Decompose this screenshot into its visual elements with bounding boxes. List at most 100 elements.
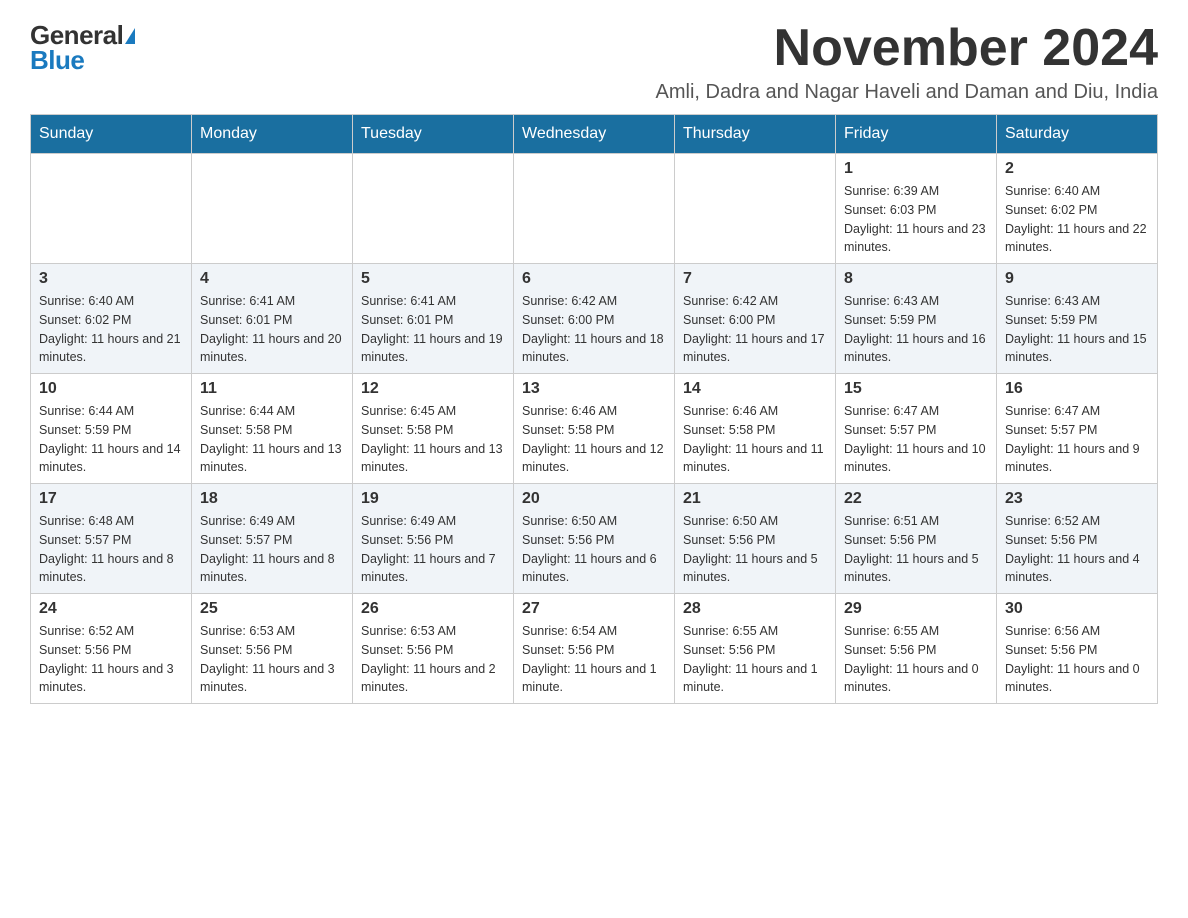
calendar-cell: 23 Sunrise: 6:52 AMSunset: 5:56 PMDayligh… (997, 484, 1158, 594)
day-number: 19 (361, 490, 505, 508)
day-number: 29 (844, 600, 988, 618)
day-number: 23 (1005, 490, 1149, 508)
week-row-3: 10 Sunrise: 6:44 AMSunset: 5:59 PMDayligh… (31, 374, 1158, 484)
day-number: 9 (1005, 270, 1149, 288)
day-info: Sunrise: 6:42 AMSunset: 6:00 PMDaylight:… (522, 292, 666, 367)
day-number: 3 (39, 270, 183, 288)
logo: General Blue (30, 20, 135, 76)
calendar-cell: 5 Sunrise: 6:41 AMSunset: 6:01 PMDaylight… (353, 264, 514, 374)
day-number: 27 (522, 600, 666, 618)
week-row-2: 3 Sunrise: 6:40 AMSunset: 6:02 PMDaylight… (31, 264, 1158, 374)
day-info: Sunrise: 6:50 AMSunset: 5:56 PMDaylight:… (683, 512, 827, 587)
week-row-5: 24 Sunrise: 6:52 AMSunset: 5:56 PMDayligh… (31, 594, 1158, 704)
day-number: 18 (200, 490, 344, 508)
day-number: 22 (844, 490, 988, 508)
calendar-cell: 22Sunrise: 6:51 AMSunset: 5:56 PMDayligh… (836, 484, 997, 594)
calendar-cell: 12 Sunrise: 6:45 AMSunset: 5:58 PMDayligh… (353, 374, 514, 484)
calendar-cell: 24 Sunrise: 6:52 AMSunset: 5:56 PMDayligh… (31, 594, 192, 704)
day-number: 21 (683, 490, 827, 508)
calendar-cell: 4 Sunrise: 6:41 AMSunset: 6:01 PMDaylight… (192, 264, 353, 374)
day-number: 7 (683, 270, 827, 288)
calendar-cell: 10 Sunrise: 6:44 AMSunset: 5:59 PMDayligh… (31, 374, 192, 484)
day-number: 13 (522, 380, 666, 398)
day-number: 10 (39, 380, 183, 398)
calendar-cell: 21 Sunrise: 6:50 AMSunset: 5:56 PMDayligh… (675, 484, 836, 594)
weekday-header-thursday: Thursday (675, 115, 836, 154)
weekday-header-row: SundayMondayTuesdayWednesdayThursdayFrid… (31, 115, 1158, 154)
month-title: November 2024 (656, 20, 1159, 77)
weekday-header-saturday: Saturday (997, 115, 1158, 154)
day-info: Sunrise: 6:44 AMSunset: 5:59 PMDaylight:… (39, 402, 183, 477)
day-number: 6 (522, 270, 666, 288)
day-info: Sunrise: 6:42 AMSunset: 6:00 PMDaylight:… (683, 292, 827, 367)
logo-blue-text: Blue (30, 45, 84, 76)
day-number: 5 (361, 270, 505, 288)
day-number: 25 (200, 600, 344, 618)
day-info: Sunrise: 6:44 AMSunset: 5:58 PMDaylight:… (200, 402, 344, 477)
day-info: Sunrise: 6:49 AMSunset: 5:57 PMDaylight:… (200, 512, 344, 587)
calendar-cell: 11 Sunrise: 6:44 AMSunset: 5:58 PMDayligh… (192, 374, 353, 484)
day-number: 1 (844, 160, 988, 178)
calendar-cell: 15 Sunrise: 6:47 AMSunset: 5:57 PMDayligh… (836, 374, 997, 484)
calendar-cell: 25 Sunrise: 6:53 AMSunset: 5:56 PMDayligh… (192, 594, 353, 704)
calendar-cell: 9Sunrise: 6:43 AMSunset: 5:59 PMDaylight… (997, 264, 1158, 374)
day-info: Sunrise: 6:56 AMSunset: 5:56 PMDaylight:… (1005, 622, 1149, 697)
day-info: Sunrise: 6:46 AMSunset: 5:58 PMDaylight:… (522, 402, 666, 477)
day-info: Sunrise: 6:55 AMSunset: 5:56 PMDaylight:… (844, 622, 988, 697)
week-row-1: 1 Sunrise: 6:39 AMSunset: 6:03 PMDaylight… (31, 154, 1158, 264)
day-info: Sunrise: 6:53 AMSunset: 5:56 PMDaylight:… (361, 622, 505, 697)
week-row-4: 17Sunrise: 6:48 AMSunset: 5:57 PMDayligh… (31, 484, 1158, 594)
day-info: Sunrise: 6:52 AMSunset: 5:56 PMDaylight:… (1005, 512, 1149, 587)
calendar-cell: 17Sunrise: 6:48 AMSunset: 5:57 PMDayligh… (31, 484, 192, 594)
weekday-header-sunday: Sunday (31, 115, 192, 154)
weekday-header-monday: Monday (192, 115, 353, 154)
day-info: Sunrise: 6:48 AMSunset: 5:57 PMDaylight:… (39, 512, 183, 587)
calendar-cell: 26Sunrise: 6:53 AMSunset: 5:56 PMDayligh… (353, 594, 514, 704)
calendar-cell: 20Sunrise: 6:50 AMSunset: 5:56 PMDayligh… (514, 484, 675, 594)
weekday-header-friday: Friday (836, 115, 997, 154)
day-info: Sunrise: 6:47 AMSunset: 5:57 PMDaylight:… (1005, 402, 1149, 477)
calendar-cell: 30 Sunrise: 6:56 AMSunset: 5:56 PMDayligh… (997, 594, 1158, 704)
calendar-cell (675, 154, 836, 264)
calendar-cell (353, 154, 514, 264)
calendar-cell (514, 154, 675, 264)
day-number: 2 (1005, 160, 1149, 178)
calendar-cell: 19 Sunrise: 6:49 AMSunset: 5:56 PMDayligh… (353, 484, 514, 594)
title-area: November 2024 Amli, Dadra and Nagar Have… (656, 20, 1159, 104)
calendar-table: SundayMondayTuesdayWednesdayThursdayFrid… (30, 114, 1158, 704)
day-number: 15 (844, 380, 988, 398)
day-info: Sunrise: 6:52 AMSunset: 5:56 PMDaylight:… (39, 622, 183, 697)
calendar-cell: 3 Sunrise: 6:40 AMSunset: 6:02 PMDaylight… (31, 264, 192, 374)
day-info: Sunrise: 6:55 AMSunset: 5:56 PMDaylight:… (683, 622, 827, 697)
calendar-cell: 6 Sunrise: 6:42 AMSunset: 6:00 PMDaylight… (514, 264, 675, 374)
day-number: 30 (1005, 600, 1149, 618)
calendar-cell: 18 Sunrise: 6:49 AMSunset: 5:57 PMDayligh… (192, 484, 353, 594)
day-number: 4 (200, 270, 344, 288)
location-subtitle: Amli, Dadra and Nagar Haveli and Daman a… (656, 81, 1159, 104)
day-number: 16 (1005, 380, 1149, 398)
calendar-cell: 13 Sunrise: 6:46 AMSunset: 5:58 PMDayligh… (514, 374, 675, 484)
day-info: Sunrise: 6:47 AMSunset: 5:57 PMDaylight:… (844, 402, 988, 477)
calendar-cell: 14Sunrise: 6:46 AMSunset: 5:58 PMDayligh… (675, 374, 836, 484)
day-number: 24 (39, 600, 183, 618)
day-info: Sunrise: 6:49 AMSunset: 5:56 PMDaylight:… (361, 512, 505, 587)
day-info: Sunrise: 6:43 AMSunset: 5:59 PMDaylight:… (844, 292, 988, 367)
calendar-cell (192, 154, 353, 264)
calendar-cell: 2 Sunrise: 6:40 AMSunset: 6:02 PMDaylight… (997, 154, 1158, 264)
day-number: 12 (361, 380, 505, 398)
day-info: Sunrise: 6:39 AMSunset: 6:03 PMDaylight:… (844, 182, 988, 257)
day-info: Sunrise: 6:41 AMSunset: 6:01 PMDaylight:… (200, 292, 344, 367)
day-info: Sunrise: 6:40 AMSunset: 6:02 PMDaylight:… (1005, 182, 1149, 257)
day-number: 28 (683, 600, 827, 618)
day-info: Sunrise: 6:45 AMSunset: 5:58 PMDaylight:… (361, 402, 505, 477)
calendar-cell: 29 Sunrise: 6:55 AMSunset: 5:56 PMDayligh… (836, 594, 997, 704)
day-info: Sunrise: 6:40 AMSunset: 6:02 PMDaylight:… (39, 292, 183, 367)
day-info: Sunrise: 6:53 AMSunset: 5:56 PMDaylight:… (200, 622, 344, 697)
calendar-cell: 16 Sunrise: 6:47 AMSunset: 5:57 PMDayligh… (997, 374, 1158, 484)
day-number: 11 (200, 380, 344, 398)
calendar-cell: 8Sunrise: 6:43 AMSunset: 5:59 PMDaylight… (836, 264, 997, 374)
calendar-cell: 7 Sunrise: 6:42 AMSunset: 6:00 PMDaylight… (675, 264, 836, 374)
calendar-cell (31, 154, 192, 264)
header: General Blue November 2024 Amli, Dadra a… (30, 20, 1158, 104)
day-info: Sunrise: 6:41 AMSunset: 6:01 PMDaylight:… (361, 292, 505, 367)
